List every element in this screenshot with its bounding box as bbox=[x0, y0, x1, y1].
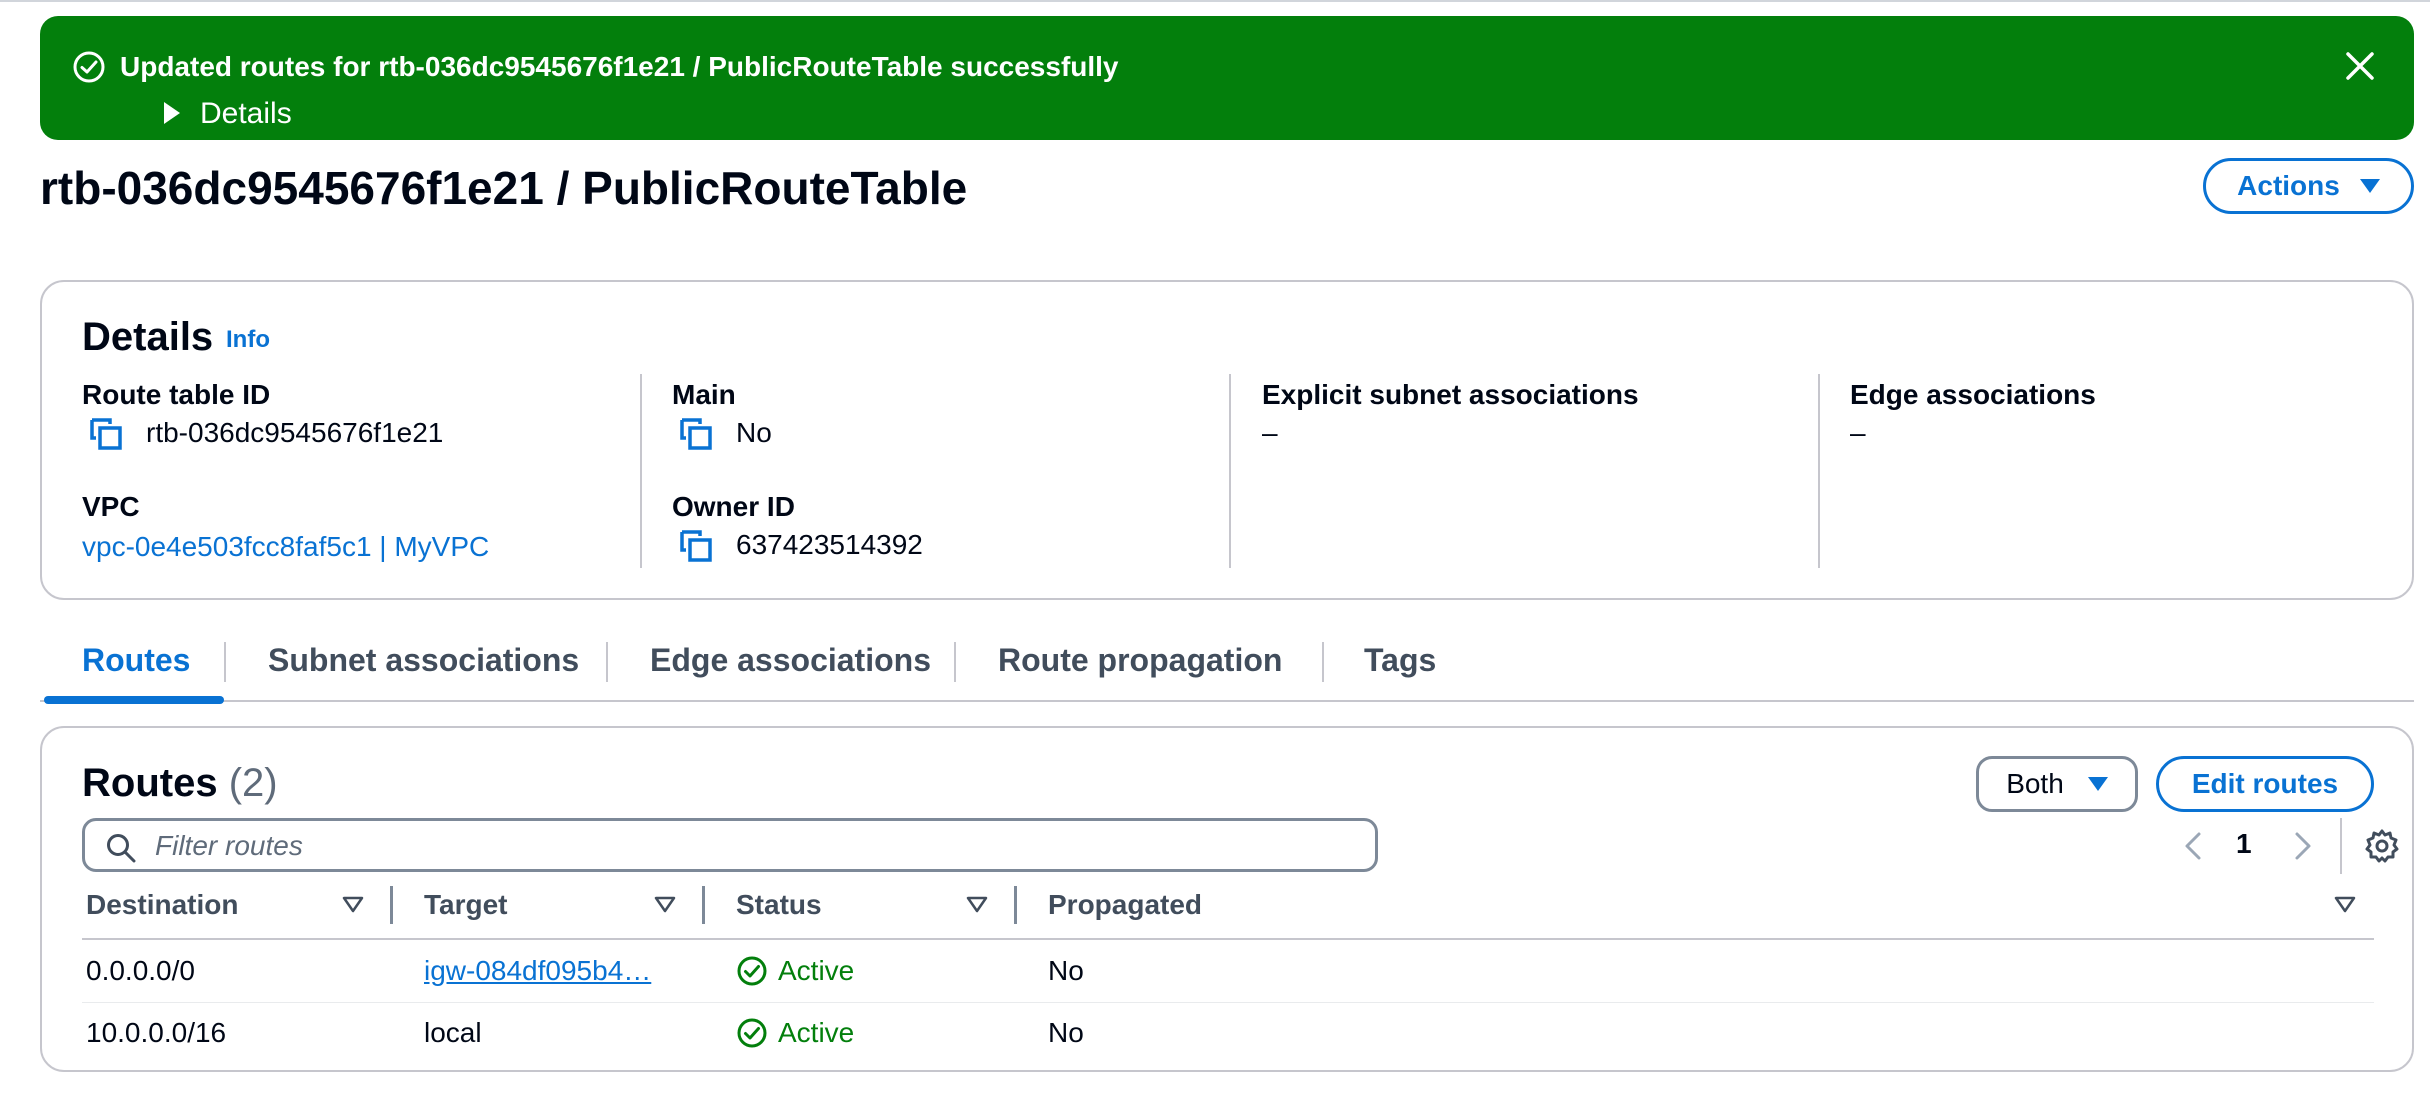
tab-separator bbox=[954, 642, 956, 682]
caret-right-icon[interactable] bbox=[164, 102, 180, 124]
copy-icon[interactable] bbox=[678, 528, 714, 564]
routes-title: Routes bbox=[82, 761, 218, 805]
top-border bbox=[0, 0, 2430, 4]
filter-routes-field[interactable] bbox=[82, 818, 1378, 872]
tab-tags[interactable]: Tags bbox=[1364, 640, 1436, 680]
tab-separator bbox=[1322, 642, 1324, 682]
flash-message: Updated routes for rtb-036dc9545676f1e21… bbox=[120, 51, 1119, 82]
route-table-id-label: Route table ID bbox=[82, 379, 271, 410]
column-divider bbox=[640, 374, 642, 568]
route-table-id-value: rtb-036dc9545676f1e21 bbox=[146, 417, 444, 448]
details-heading: Details bbox=[82, 315, 214, 359]
edge-assoc-value: – bbox=[1850, 417, 1866, 448]
check-circle-icon bbox=[737, 1018, 767, 1048]
sort-icon[interactable] bbox=[2334, 896, 2356, 914]
column-header-destination[interactable]: Destination bbox=[86, 888, 238, 922]
route-filter-select[interactable]: Both bbox=[1976, 756, 2138, 812]
chevron-left-icon[interactable] bbox=[2178, 826, 2208, 866]
vpc-link[interactable]: vpc-0e4e503fcc8faf5c1 | MyVPC bbox=[82, 530, 489, 564]
column-resizer[interactable] bbox=[1014, 886, 1017, 924]
chevron-right-icon[interactable] bbox=[2288, 826, 2318, 866]
routes-heading: Routes (2) bbox=[82, 758, 278, 808]
filter-routes-input[interactable] bbox=[155, 827, 1355, 865]
route-status-label: Active bbox=[778, 1017, 855, 1048]
page-title: rtb-036dc9545676f1e21 / PublicRouteTable bbox=[40, 162, 968, 214]
tab-subnet-associations[interactable]: Subnet associations bbox=[268, 640, 579, 680]
actions-button-label: Actions bbox=[2237, 170, 2340, 201]
check-circle-icon bbox=[73, 51, 105, 83]
explicit-subnet-value: – bbox=[1262, 417, 1278, 448]
route-status: Active bbox=[736, 954, 854, 988]
column-header-target[interactable]: Target bbox=[424, 888, 508, 922]
check-circle-icon bbox=[737, 956, 767, 986]
owner-id-label: Owner ID bbox=[672, 491, 795, 522]
caret-down-icon bbox=[2087, 777, 2108, 791]
route-target-link[interactable]: igw-084df095b4… bbox=[424, 954, 651, 988]
route-filter-value: Both bbox=[2006, 768, 2064, 799]
owner-id-value: 637423514392 bbox=[736, 529, 923, 560]
explicit-subnet-label: Explicit subnet associations bbox=[1262, 379, 1639, 410]
route-status-label: Active bbox=[778, 955, 855, 986]
actions-button[interactable]: Actions bbox=[2203, 158, 2414, 214]
column-resizer[interactable] bbox=[390, 886, 393, 924]
caret-down-icon bbox=[2359, 179, 2380, 193]
tab-edge-associations[interactable]: Edge associations bbox=[650, 640, 931, 680]
sort-icon[interactable] bbox=[966, 896, 988, 914]
column-resizer[interactable] bbox=[702, 886, 705, 924]
search-icon bbox=[107, 834, 136, 863]
routes-panel: Routes (2) Both Edit routes 1 Destinatio… bbox=[40, 726, 2414, 1072]
info-link[interactable]: Info bbox=[226, 326, 270, 354]
route-destination: 10.0.0.0/16 bbox=[86, 1017, 227, 1048]
route-propagated: No bbox=[1048, 955, 1084, 986]
route-propagated: No bbox=[1048, 1017, 1084, 1048]
column-divider bbox=[1818, 374, 1820, 568]
route-target: local bbox=[424, 1017, 482, 1048]
active-tab-indicator bbox=[44, 696, 224, 704]
routes-count: (2) bbox=[228, 761, 278, 805]
tab-separator bbox=[606, 642, 608, 682]
page-number[interactable]: 1 bbox=[2236, 826, 2252, 862]
tab-separator bbox=[224, 642, 226, 682]
main-value: No bbox=[736, 417, 772, 448]
table-row-divider bbox=[82, 1002, 2374, 1003]
tab-bar: Routes Subnet associations Edge associat… bbox=[40, 630, 2414, 704]
column-header-propagated[interactable]: Propagated bbox=[1048, 888, 1202, 922]
sort-icon[interactable] bbox=[342, 896, 364, 914]
main-label: Main bbox=[672, 379, 736, 410]
edge-assoc-label: Edge associations bbox=[1850, 379, 2096, 410]
success-flash-banner: Updated routes for rtb-036dc9545676f1e21… bbox=[40, 16, 2414, 140]
route-status: Active bbox=[736, 1016, 854, 1050]
copy-icon[interactable] bbox=[88, 416, 124, 452]
sort-icon[interactable] bbox=[654, 896, 676, 914]
edit-routes-button[interactable]: Edit routes bbox=[2156, 756, 2374, 812]
table-header-divider bbox=[82, 938, 2374, 940]
column-header-status[interactable]: Status bbox=[736, 888, 822, 922]
vpc-label: VPC bbox=[82, 491, 140, 522]
close-icon[interactable] bbox=[2342, 48, 2378, 84]
gear-icon[interactable] bbox=[2364, 828, 2400, 864]
edit-routes-label: Edit routes bbox=[2191, 768, 2339, 799]
route-destination: 0.0.0.0/0 bbox=[86, 955, 195, 986]
copy-icon[interactable] bbox=[678, 416, 714, 452]
pager-divider bbox=[2340, 818, 2342, 874]
column-divider bbox=[1229, 374, 1231, 568]
tab-routes[interactable]: Routes bbox=[82, 640, 190, 680]
details-panel: Details Info Route table ID rtb-036dc954… bbox=[40, 280, 2414, 600]
tab-route-propagation[interactable]: Route propagation bbox=[998, 640, 1282, 680]
flash-details-toggle[interactable]: Details bbox=[200, 96, 292, 132]
